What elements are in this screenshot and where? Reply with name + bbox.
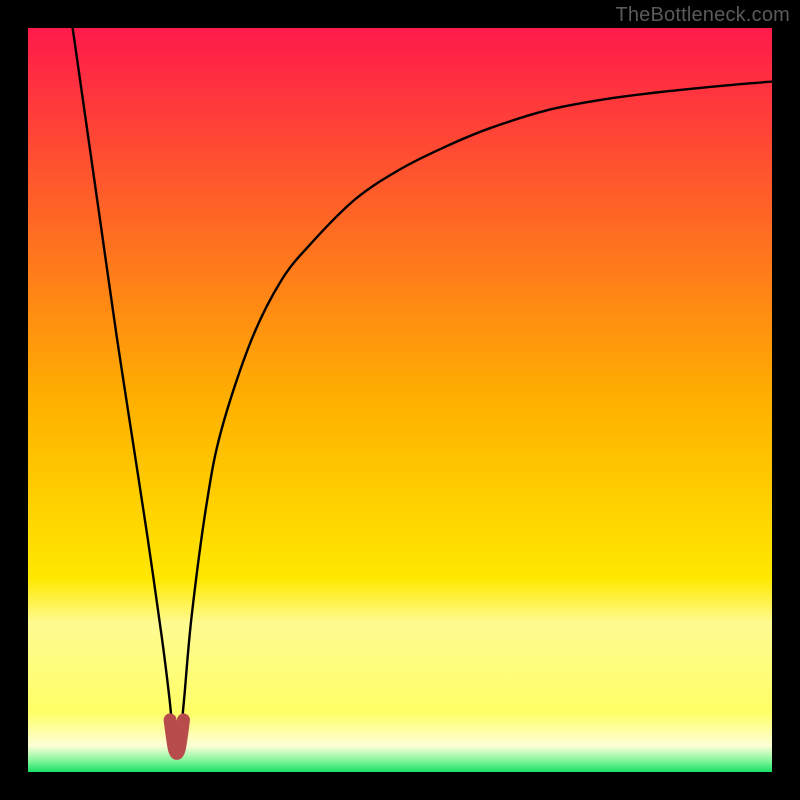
- chart-frame: TheBottleneck.com: [0, 0, 800, 800]
- bottleneck-chart: [0, 0, 800, 800]
- plot-background: [28, 28, 772, 772]
- watermark-text: TheBottleneck.com: [615, 4, 790, 27]
- minimum-segment: [170, 720, 183, 753]
